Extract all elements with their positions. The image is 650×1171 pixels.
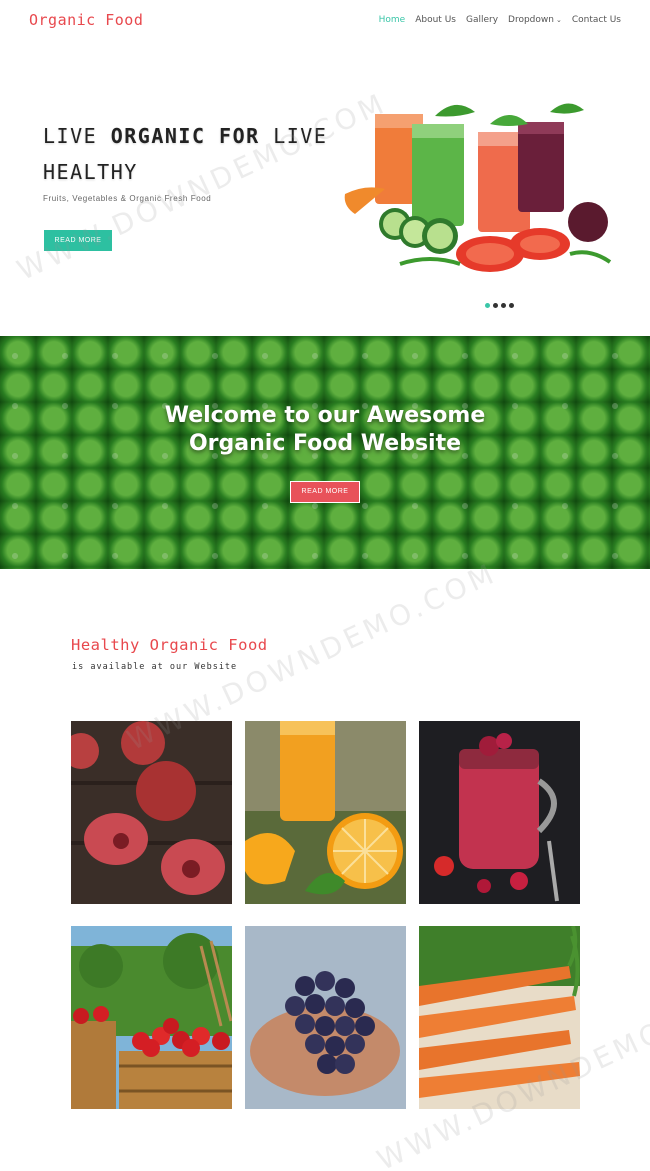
hero-title-line2: HEALTHY (43, 160, 138, 184)
section-title: Healthy Organic Food (71, 636, 268, 654)
banner-title-line1: Welcome to our Awesome (164, 403, 486, 428)
nav-dropdown[interactable]: Dropdown ⌄ (508, 15, 562, 25)
banner-title-line2: Organic Food Website (188, 431, 462, 456)
hero-subtitle: Fruits, Vegetables & Organic Fresh Food (43, 194, 212, 203)
slider-dot-1[interactable] (485, 303, 490, 308)
slider-dot-2[interactable] (493, 303, 498, 308)
nav-dropdown-label: Dropdown (508, 15, 554, 25)
nav-about-us[interactable]: About Us (415, 15, 456, 25)
section-subtitle: is available at our Website (72, 662, 238, 672)
banner-title: Welcome to our Awesome Organic Food Websi… (0, 402, 650, 458)
grapes-in-hands-image[interactable] (245, 926, 406, 1109)
nav-gallery[interactable]: Gallery (466, 15, 498, 25)
navbar: Organic Food Home About Us Gallery Dropd… (0, 0, 650, 44)
plums-image[interactable] (71, 721, 232, 904)
berry-smoothie-jar-image[interactable] (419, 721, 580, 904)
banner-read-more-button[interactable]: READ MORE (290, 481, 360, 503)
hero-title-part2: LIVE (259, 124, 328, 148)
nav-menu: Home About Us Gallery Dropdown ⌄ Contact … (379, 15, 621, 25)
slider-dot-3[interactable] (501, 303, 506, 308)
orange-juice-image[interactable] (245, 721, 406, 904)
juice-glasses-image (344, 103, 612, 272)
hero-read-more-button[interactable]: READ MORE (44, 230, 112, 251)
green-peas-banner: Welcome to our Awesome Organic Food Websi… (0, 336, 650, 569)
nav-home[interactable]: Home (379, 15, 406, 25)
brand-logo[interactable]: Organic Food (29, 11, 143, 29)
slider-dots (485, 303, 514, 308)
hero-title: LIVE ORGANIC FOR LIVE HEALTHY (43, 118, 343, 190)
hero-title-bold: ORGANIC FOR (110, 124, 260, 148)
slider-dot-4[interactable] (509, 303, 514, 308)
apple-orchard-barrels-image[interactable] (71, 926, 232, 1109)
carrots-image[interactable] (419, 926, 580, 1109)
hero-title-part1: LIVE (43, 124, 111, 148)
chevron-down-icon: ⌄ (555, 16, 562, 24)
nav-contact-us[interactable]: Contact Us (572, 15, 621, 25)
hero-slider: LIVE ORGANIC FOR LIVE HEALTHY Fruits, Veg… (0, 44, 650, 336)
